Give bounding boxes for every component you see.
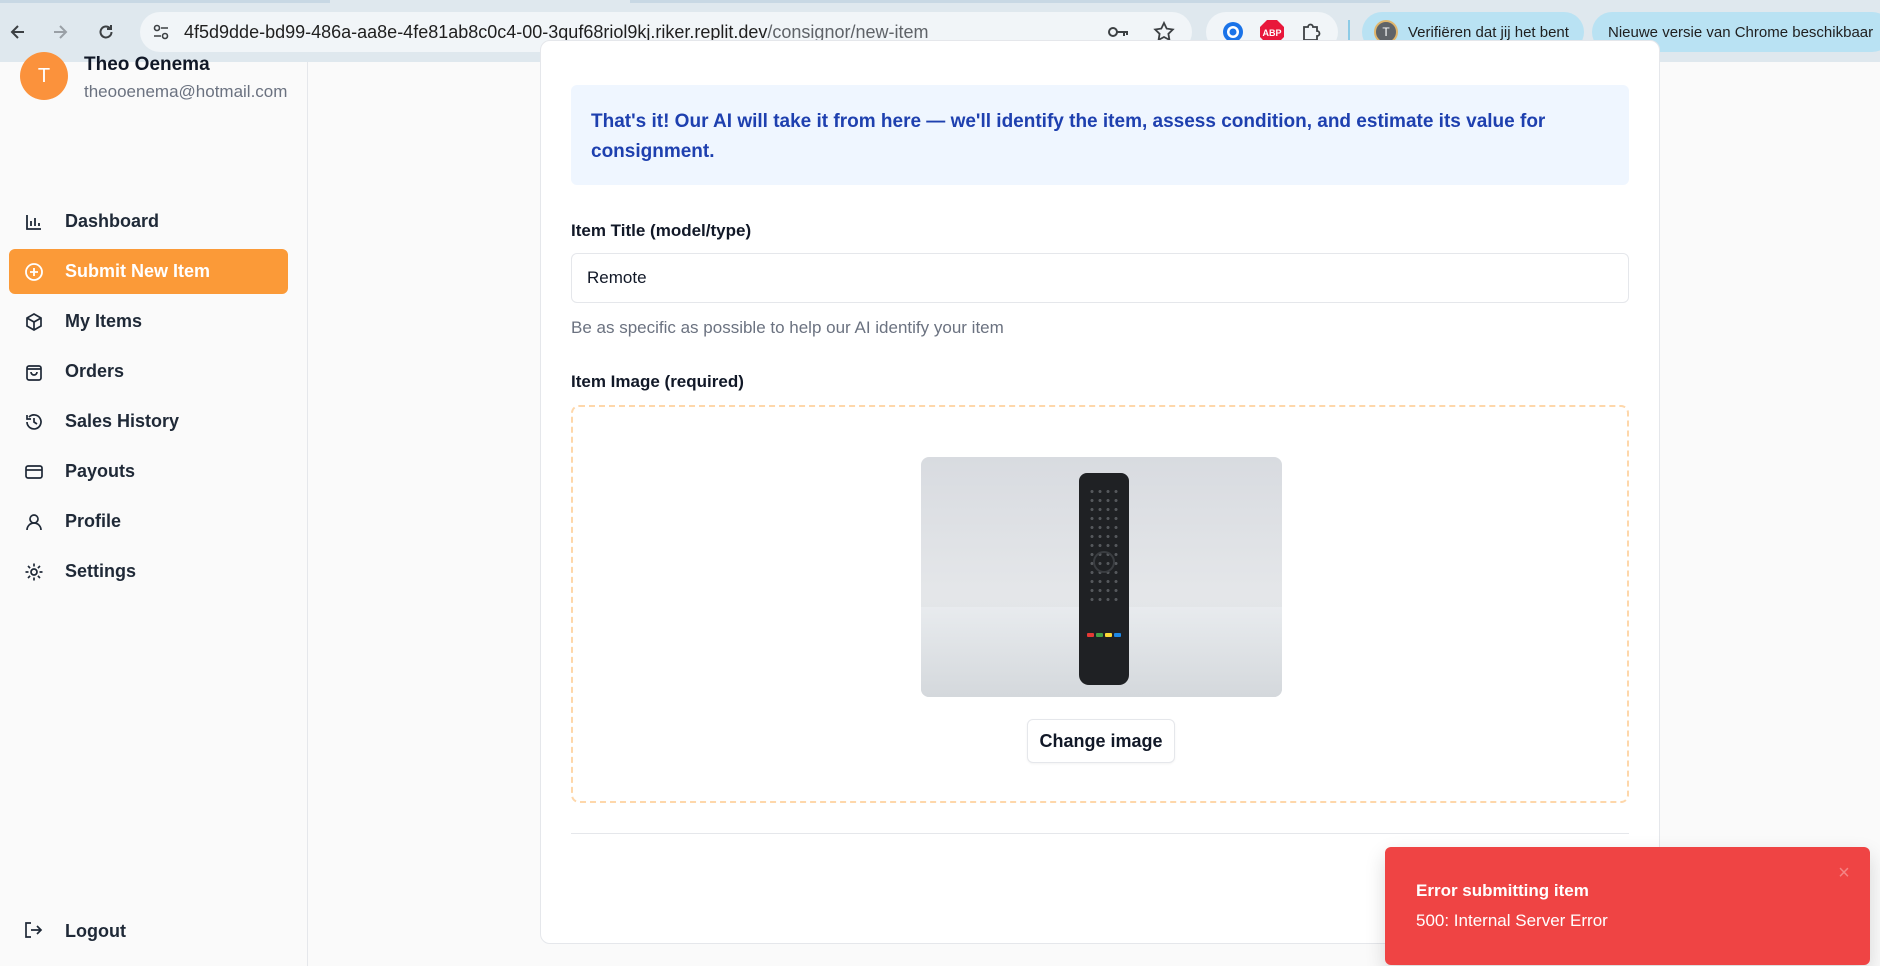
history-icon <box>23 411 45 433</box>
error-toast: × Error submitting item 500: Internal Se… <box>1385 847 1870 965</box>
close-icon[interactable]: × <box>1834 863 1854 883</box>
item-title-label: Item Title (model/type) <box>571 221 752 240</box>
sidebar-item-label: Payouts <box>65 461 136 481</box>
package-icon <box>23 311 45 333</box>
sidebar-item-label: Dashboard <box>65 211 160 231</box>
sidebar-item-label: Orders <box>65 361 125 381</box>
bar-chart-icon <box>23 211 45 233</box>
user-avatar: T <box>20 52 68 100</box>
reload-icon[interactable] <box>92 18 120 46</box>
logout-icon <box>23 920 45 942</box>
form-divider <box>571 833 1629 834</box>
sidebar-item-orders[interactable]: Orders <box>9 349 288 394</box>
sidebar-item-label: My Items <box>65 311 143 331</box>
plus-circle-icon <box>23 261 45 283</box>
toast-title: Error submitting item <box>1416 881 1589 900</box>
adblock-label: ABP <box>1262 28 1281 38</box>
item-image-preview <box>921 457 1282 697</box>
user-name: Theo Oenema <box>84 54 210 75</box>
verify-chip-label: Verifiëren dat jij het bent <box>1408 23 1569 41</box>
sidebar-item-profile[interactable]: Profile <box>9 499 288 544</box>
tab-strip-edge <box>0 0 330 3</box>
shopping-bag-icon <box>23 361 45 383</box>
logout-label: Logout <box>65 920 126 941</box>
site-settings-icon[interactable] <box>150 21 172 43</box>
tab-strip-edge <box>630 0 1390 3</box>
back-icon[interactable] <box>4 18 32 46</box>
sidebar-item-label: Sales History <box>65 411 180 431</box>
item-title-hint: Be as specific as possible to help our A… <box>571 318 1004 337</box>
sidebar-item-submit-new-item[interactable]: Submit New Item <box>9 249 288 294</box>
remote-control-image <box>1079 473 1129 685</box>
sidebar-item-label: Submit New Item <box>65 261 211 281</box>
item-image-label: Item Image (required) <box>571 372 744 391</box>
sidebar-item-label: Profile <box>65 511 122 531</box>
logout-button[interactable]: Logout <box>23 920 126 942</box>
user-icon <box>23 511 45 533</box>
sidebar-item-dashboard[interactable]: Dashboard <box>9 199 288 244</box>
url-path: /consignor/new-item <box>767 21 929 42</box>
user-email: theooenema@hotmail.com <box>84 82 288 101</box>
gear-icon <box>23 561 45 583</box>
sidebar-item-sales-history[interactable]: Sales History <box>9 399 288 444</box>
sidebar-item-label: Settings <box>65 561 137 581</box>
sidebar-nav: Dashboard Submit New Item My Items Order… <box>9 199 288 599</box>
image-dropzone[interactable]: Change image <box>571 405 1629 803</box>
new-item-form-card: That's it! Our AI will take it from here… <box>540 40 1660 944</box>
update-chip-label: Nieuwe versie van Chrome beschikbaar <box>1608 23 1874 41</box>
ai-info-banner: That's it! Our AI will take it from here… <box>571 85 1629 185</box>
url-host: 4f5d9dde-bd99-486a-aa8e-4fe81ab8c0c4-00-… <box>184 21 768 42</box>
toast-description: 500: Internal Server Error <box>1416 911 1608 930</box>
sidebar-item-my-items[interactable]: My Items <box>9 299 288 344</box>
item-title-input[interactable] <box>571 253 1629 303</box>
sidebar: T Theo Oenema theooenema@hotmail.com Das… <box>0 52 308 966</box>
forward-icon[interactable] <box>46 18 74 46</box>
change-image-button[interactable]: Change image <box>1027 719 1175 763</box>
sidebar-item-payouts[interactable]: Payouts <box>9 449 288 494</box>
credit-card-icon <box>23 461 45 483</box>
sidebar-item-settings[interactable]: Settings <box>9 549 288 594</box>
